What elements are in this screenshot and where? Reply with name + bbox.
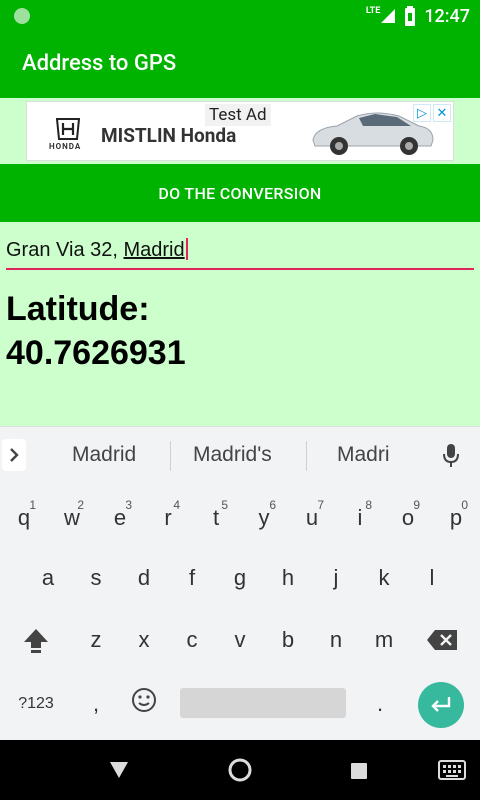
key-hint: 1: [29, 498, 36, 512]
symbols-label: ?123: [18, 695, 54, 712]
status-bar: LTE 12:47: [0, 0, 480, 32]
key-label: y: [258, 505, 270, 530]
emoji-icon: [132, 688, 156, 712]
honda-logo-icon: [55, 118, 81, 140]
key-b[interactable]: b: [264, 612, 312, 668]
key-label: r: [164, 505, 172, 530]
key-u[interactable]: 7u: [288, 490, 336, 546]
ad-brand-text: MISTLIN Honda: [101, 124, 237, 147]
app-title: Address to GPS: [22, 51, 177, 76]
address-input-field[interactable]: Gran Via 32, Madrid: [6, 232, 474, 270]
key-h[interactable]: h: [264, 550, 312, 606]
key-j[interactable]: j: [312, 550, 360, 606]
keyboard: 1q 2w 3e 4r 5t 6y 7u 8i 9o 0p a s d f g …: [0, 484, 480, 740]
home-icon[interactable]: [226, 756, 254, 784]
key-hint: 8: [365, 498, 372, 512]
shift-key[interactable]: [12, 612, 60, 668]
key-w[interactable]: 2w: [48, 490, 96, 546]
battery-icon: [405, 6, 416, 26]
key-m[interactable]: m: [360, 612, 408, 668]
key-s[interactable]: s: [72, 550, 120, 606]
key-i[interactable]: 8i: [336, 490, 384, 546]
key-hint: 5: [221, 498, 228, 512]
signal-icon: [381, 9, 396, 23]
ad-choices-icon[interactable]: ▷: [413, 104, 431, 122]
suggestion-1[interactable]: Madrid: [72, 443, 136, 467]
key-t[interactable]: 5t: [192, 490, 240, 546]
key-y[interactable]: 6y: [240, 490, 288, 546]
period-key[interactable]: .: [356, 676, 404, 732]
latitude-label: Latitude:: [6, 290, 150, 328]
space-bar[interactable]: [180, 688, 346, 718]
key-label: p: [449, 505, 463, 530]
backspace-icon: [427, 630, 457, 650]
key-hint: 2: [77, 498, 84, 512]
mic-icon[interactable]: [442, 443, 460, 469]
key-c[interactable]: c: [168, 612, 216, 668]
key-r[interactable]: 4r: [144, 490, 192, 546]
test-ad-label: Test Ad: [205, 104, 271, 126]
honda-wordmark: HONDA: [49, 142, 82, 151]
key-l[interactable]: l: [408, 550, 456, 606]
key-f[interactable]: f: [168, 550, 216, 606]
lte-label: LTE: [365, 6, 381, 16]
ad-area: HONDA MISTLIN Honda Test Ad ▷ ✕: [0, 98, 480, 164]
text-caret: [185, 238, 188, 260]
key-hint: 0: [461, 498, 468, 512]
latitude-value: 40.7626931: [6, 334, 186, 372]
key-hint: 3: [125, 498, 132, 512]
key-g[interactable]: g: [216, 550, 264, 606]
suggestion-2[interactable]: Madrid's: [193, 443, 272, 467]
key-n[interactable]: n: [312, 612, 360, 668]
key-hint: 6: [269, 498, 276, 512]
key-label: o: [401, 505, 415, 530]
key-z[interactable]: z: [72, 612, 120, 668]
address-value-composing: Madrid: [123, 239, 185, 261]
key-o[interactable]: 9o: [384, 490, 432, 546]
address-value-prefix: Gran Via 32,: [6, 239, 124, 261]
key-q[interactable]: 1q: [0, 490, 48, 546]
key-k[interactable]: k: [360, 550, 408, 606]
do-the-conversion-button[interactable]: DO THE CONVERSION: [0, 164, 480, 222]
key-d[interactable]: d: [120, 550, 168, 606]
status-right: LTE 12:47: [366, 4, 470, 28]
keyboard-icon[interactable]: [438, 760, 466, 780]
suggestion-divider: [170, 441, 171, 471]
close-icon[interactable]: ✕: [433, 104, 451, 122]
suggestion-divider: [306, 441, 307, 471]
enter-icon: [431, 697, 451, 712]
key-v[interactable]: v: [216, 612, 264, 668]
recents-icon[interactable]: [350, 762, 368, 780]
symbols-key[interactable]: ?123: [12, 676, 60, 732]
shift-icon: [24, 629, 48, 653]
key-label: q: [17, 505, 31, 530]
key-hint: 9: [413, 498, 420, 512]
notification-dot-icon: [14, 8, 30, 24]
enter-key[interactable]: [418, 682, 464, 728]
key-label: u: [305, 505, 319, 530]
address-input-text[interactable]: Gran Via 32, Madrid: [6, 232, 474, 262]
backspace-key[interactable]: [418, 612, 466, 668]
comma-key[interactable]: ,: [72, 676, 120, 732]
navigation-bar: [0, 740, 480, 800]
app-bar: Address to GPS: [0, 32, 480, 98]
key-e[interactable]: 3e: [96, 490, 144, 546]
key-label: i: [357, 505, 363, 530]
emoji-key[interactable]: [120, 672, 168, 728]
suggestion-bar: Madrid Madrid's Madri: [0, 426, 480, 484]
suggestion-3[interactable]: Madri: [337, 443, 390, 467]
key-label: t: [212, 505, 220, 530]
back-icon[interactable]: [108, 760, 130, 780]
ad-banner[interactable]: HONDA MISTLIN Honda Test Ad ▷ ✕: [26, 101, 454, 161]
key-hint: 7: [317, 498, 324, 512]
key-label: e: [113, 505, 127, 530]
ad-choices: ▷ ✕: [413, 104, 451, 122]
key-p[interactable]: 0p: [432, 490, 480, 546]
status-time: 12:47: [424, 5, 470, 27]
key-hint: 4: [173, 498, 180, 512]
key-x[interactable]: x: [120, 612, 168, 668]
chevron-right-icon[interactable]: [2, 439, 26, 471]
key-a[interactable]: a: [24, 550, 72, 606]
